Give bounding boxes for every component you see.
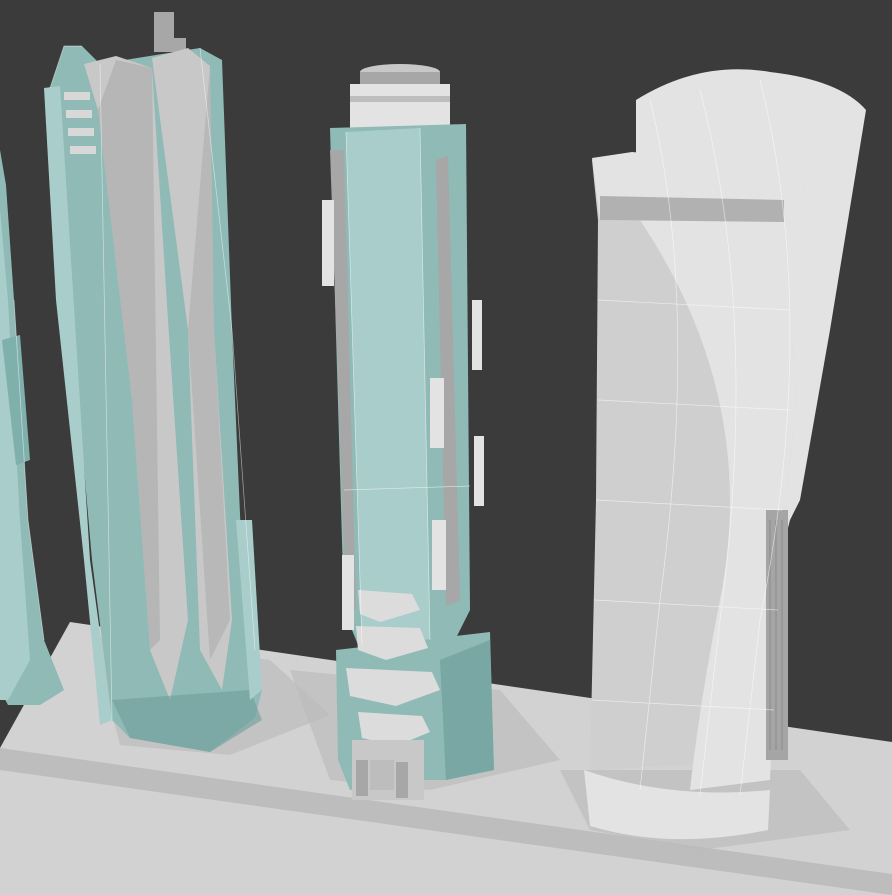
tower2-antenna <box>154 12 174 52</box>
twisted-white-tower <box>584 69 866 840</box>
tower4-side-grill <box>766 510 788 760</box>
tower3-crown <box>350 84 450 130</box>
cylindrical-teal-tower-with-stacked-base <box>322 64 494 800</box>
3d-render-viewport <box>0 0 892 895</box>
scene-canvas <box>0 12 892 895</box>
